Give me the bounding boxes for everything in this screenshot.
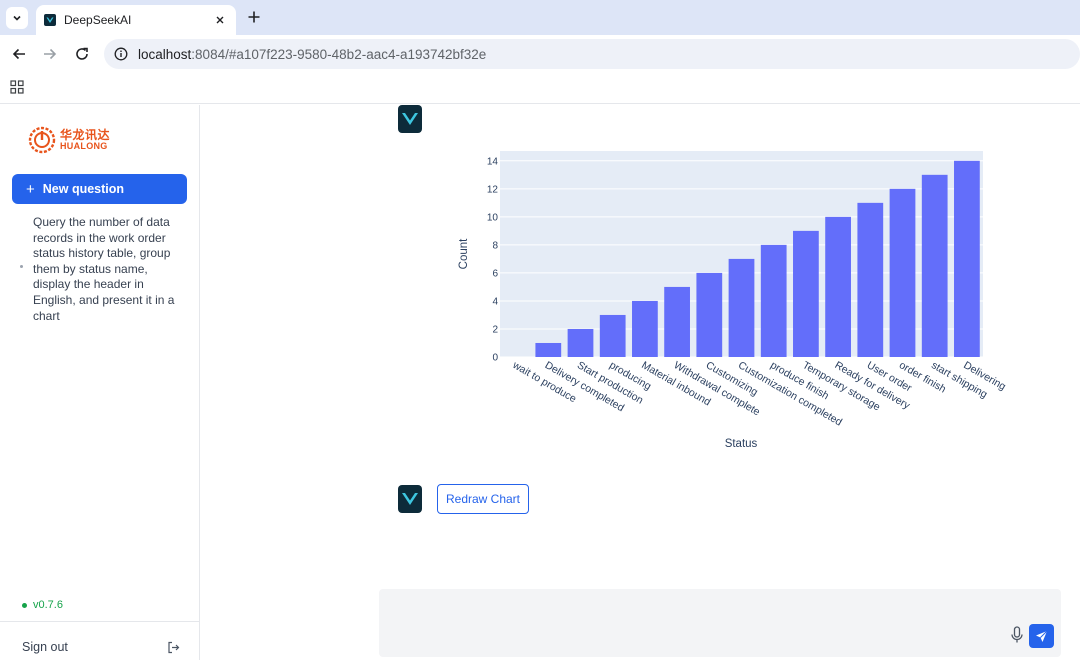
- chat-main: 0 2 4 6 8 10 12 14 wait to produce Delivery comp…: [200, 105, 1080, 660]
- bar[interactable]: [793, 230, 819, 357]
- back-arrow-icon: [12, 48, 25, 60]
- mic-icon: [1011, 626, 1023, 643]
- question-input[interactable]: [379, 589, 1061, 657]
- power-logo-icon: [28, 126, 56, 154]
- apps-grid-icon[interactable]: [10, 80, 24, 94]
- new-tab-button[interactable]: [245, 8, 263, 26]
- hualong-logo: 华龙讯达 HUALONG: [28, 126, 110, 154]
- y-tick-label: 10: [487, 212, 499, 223]
- chevron-down-icon: [13, 15, 21, 21]
- bookmarks-bar: [0, 72, 1080, 104]
- bar[interactable]: [954, 160, 980, 357]
- bar[interactable]: [664, 286, 690, 357]
- logo-english-text: HUALONG: [60, 141, 108, 151]
- bar-chart-svg: 02468101214 wait to produceDelivery comp…: [458, 151, 1008, 450]
- address-bar[interactable]: localhost:8084/#a107f223-9580-48b2-aac4-…: [104, 39, 1080, 69]
- url-host: localhost: [138, 46, 192, 62]
- history-bullet: [20, 265, 23, 268]
- reload-icon: [76, 47, 88, 60]
- plus-icon: +: [26, 180, 35, 198]
- y-tick-label: 4: [492, 296, 498, 307]
- mic-button[interactable]: [1008, 625, 1026, 645]
- browser-tab[interactable]: DeepSeekAI: [36, 5, 236, 35]
- assistant-avatar: [398, 105, 422, 133]
- forward-arrow-icon: [44, 48, 57, 60]
- sidebar-divider: [0, 621, 200, 622]
- info-icon[interactable]: [114, 47, 128, 61]
- status-dot: [22, 602, 27, 608]
- deepseek-avatar-icon: [402, 493, 418, 505]
- forward-button[interactable]: [40, 44, 60, 64]
- bar[interactable]: [857, 202, 884, 357]
- url-path: :8084/#a107f223-9580-48b2-aac4-a193742bf…: [191, 46, 487, 62]
- y-axis-title: Count: [458, 238, 470, 269]
- deepseek-favicon-icon: [44, 14, 56, 26]
- browser-toolbar: localhost:8084/#a107f223-9580-48b2-aac4-…: [0, 35, 1080, 72]
- history-item-text: Query the number of data records in the …: [33, 215, 175, 323]
- bar[interactable]: [599, 314, 626, 357]
- assistant-avatar-2: [398, 485, 422, 513]
- tab-search-button[interactable]: [6, 7, 28, 29]
- sidebar: 华龙讯达 HUALONG + New question Query the nu…: [0, 105, 200, 660]
- bar[interactable]: [921, 174, 948, 357]
- back-button[interactable]: [9, 44, 29, 64]
- y-tick-label: 0: [492, 353, 498, 364]
- y-tick-label: 14: [487, 156, 499, 167]
- y-tick-label: 8: [492, 240, 498, 251]
- send-icon: [1036, 630, 1048, 642]
- bar[interactable]: [760, 244, 787, 357]
- redraw-chart-button[interactable]: Redraw Chart: [437, 484, 529, 514]
- bar[interactable]: [889, 188, 916, 357]
- send-button[interactable]: [1029, 624, 1054, 648]
- y-tick-label: 2: [492, 324, 498, 335]
- reload-button[interactable]: [72, 44, 92, 64]
- logo-chinese-text: 华龙讯达: [60, 128, 111, 142]
- bar[interactable]: [535, 342, 562, 357]
- close-icon[interactable]: [212, 12, 228, 28]
- plus-icon: [248, 11, 260, 23]
- sign-out-button[interactable]: Sign out: [22, 640, 180, 654]
- new-question-label: New question: [42, 182, 125, 196]
- x-axis-title: Status: [725, 438, 758, 450]
- browser-tab-strip: DeepSeekAI: [0, 0, 1080, 35]
- bar[interactable]: [728, 258, 755, 357]
- new-question-button[interactable]: + New question: [12, 174, 187, 204]
- bar[interactable]: [825, 216, 851, 357]
- y-tick-label: 6: [492, 268, 498, 279]
- version-indicator: v0.7.6: [22, 599, 63, 611]
- bar[interactable]: [632, 300, 658, 357]
- status-count-chart: 0 2 4 6 8 10 12 14 wait to produce Delivery comp…: [450, 143, 1020, 455]
- sign-out-label: Sign out: [22, 640, 68, 654]
- logout-icon: [168, 641, 180, 653]
- y-tick-label: 12: [487, 184, 499, 195]
- tab-title: DeepSeekAI: [64, 13, 132, 27]
- bar[interactable]: [696, 272, 723, 357]
- bar[interactable]: [567, 328, 594, 357]
- version-label: v0.7.6: [33, 599, 63, 611]
- deepseek-avatar-icon: [402, 113, 418, 125]
